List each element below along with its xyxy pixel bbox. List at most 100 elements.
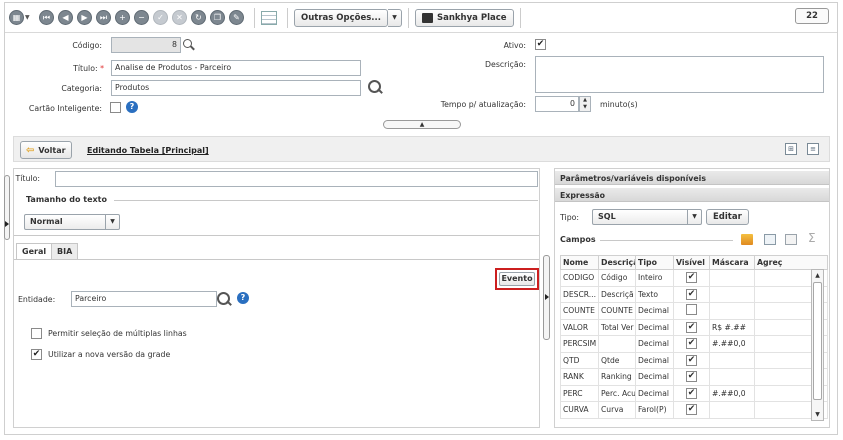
- next-record-icon[interactable]: ▶: [77, 10, 92, 25]
- editing-title-link[interactable]: Editando Tabela [Principal]: [87, 146, 209, 155]
- editar-button[interactable]: Editar: [706, 209, 749, 225]
- visible-checkbox[interactable]: ✔: [686, 288, 697, 300]
- field-visible-cell[interactable]: ✔: [673, 269, 710, 287]
- table-row[interactable]: QTD Qtde Decimal ✔: [560, 351, 828, 369]
- previous-record-icon[interactable]: ◀: [58, 10, 73, 25]
- more-options-button[interactable]: Outras Opções...: [294, 8, 388, 27]
- field-name-cell[interactable]: RANK: [560, 368, 599, 386]
- titulo-comp-field[interactable]: [55, 171, 538, 187]
- table-row[interactable]: VALOR Total Ver Decimal ✔ R$ #.##: [560, 318, 828, 336]
- field-type-cell[interactable]: Decimal: [635, 351, 674, 369]
- help-icon[interactable]: ?: [237, 292, 249, 304]
- left-collapse-handle[interactable]: [4, 175, 10, 240]
- copy-icon[interactable]: ❐: [210, 10, 225, 25]
- remove-icon[interactable]: −: [134, 10, 149, 25]
- notification-count-badge[interactable]: 22: [795, 8, 829, 24]
- help-icon[interactable]: ?: [126, 101, 138, 113]
- column-header[interactable]: Descriçã: [598, 255, 636, 270]
- first-record-icon[interactable]: ⏮: [39, 10, 54, 25]
- add-field-icon[interactable]: [741, 234, 753, 245]
- field-mask-cell[interactable]: #.##0,0: [709, 384, 755, 402]
- table-scrollbar[interactable]: ▲ ▼: [811, 269, 824, 421]
- table-row[interactable]: RANK Ranking Decimal ✔: [560, 368, 828, 386]
- last-record-icon[interactable]: ⏭: [96, 10, 111, 25]
- collapse-header-toggle[interactable]: ▲: [383, 120, 461, 129]
- field-visible-cell[interactable]: ✔: [673, 351, 710, 369]
- field-mask-cell[interactable]: #.##0,0: [709, 335, 755, 353]
- field-name-cell[interactable]: PERC: [560, 384, 599, 402]
- field-description-cell[interactable]: [598, 335, 636, 353]
- tab-geral[interactable]: Geral: [16, 243, 53, 259]
- column-header[interactable]: Agreç: [754, 255, 828, 270]
- field-description-cell[interactable]: Qtde: [598, 351, 636, 369]
- cancel-icon[interactable]: ✕: [172, 10, 187, 25]
- visible-checkbox[interactable]: ✔: [686, 354, 697, 366]
- visible-checkbox[interactable]: ✔: [686, 387, 697, 399]
- field-type-cell[interactable]: Inteiro: [635, 269, 674, 287]
- field-description-cell[interactable]: Código: [598, 269, 636, 287]
- visible-checkbox[interactable]: ✔: [686, 371, 697, 383]
- scroll-down-icon[interactable]: ▼: [812, 409, 823, 420]
- expand-right-icon[interactable]: [545, 294, 549, 300]
- field-name-cell[interactable]: PERCSIM: [560, 335, 599, 353]
- visible-checkbox[interactable]: ✔: [686, 338, 697, 350]
- refresh-icon[interactable]: ↻: [191, 10, 206, 25]
- field-visible-cell[interactable]: [673, 302, 710, 320]
- evento-button[interactable]: Evento: [499, 272, 535, 286]
- field-mask-cell[interactable]: [709, 351, 755, 369]
- tamanho-texto-select[interactable]: Normal ▼: [24, 214, 120, 230]
- field-description-cell[interactable]: COUNTE: [598, 302, 636, 320]
- field-visible-cell[interactable]: ✔: [673, 384, 710, 402]
- tree-structure-icon[interactable]: ⊞: [785, 143, 797, 155]
- tab-bia[interactable]: BIA: [51, 243, 79, 259]
- tipo-select[interactable]: SQL ▼: [592, 209, 702, 225]
- field-visible-cell[interactable]: ✔: [673, 368, 710, 386]
- multiple-selection-checkbox[interactable]: [31, 328, 42, 339]
- field-visible-cell[interactable]: ✔: [673, 285, 710, 303]
- field-name-cell[interactable]: DESCR...: [560, 285, 599, 303]
- field-visible-cell[interactable]: ✔: [673, 335, 710, 353]
- field-type-cell[interactable]: Farol(P): [635, 401, 674, 419]
- expand-right-icon[interactable]: [5, 221, 9, 227]
- table-row[interactable]: CURVA Curva Farol(P) ✔: [560, 401, 828, 419]
- tempo-stepper[interactable]: ▲ ▼: [579, 96, 591, 112]
- sum-icon[interactable]: Σ: [808, 231, 816, 245]
- table-row[interactable]: DESCR... Descriçã Texto ✔: [560, 285, 828, 303]
- sankhya-place-button[interactable]: Sankhya Place: [415, 8, 514, 27]
- table-row[interactable]: CODIGO Código Inteiro ✔: [560, 269, 828, 287]
- table-row[interactable]: COUNTE COUNTE Decimal: [560, 302, 828, 320]
- field-description-cell[interactable]: Perc. Acu: [598, 384, 636, 402]
- field-type-cell[interactable]: Decimal: [635, 318, 674, 336]
- table-row[interactable]: PERCSIM Decimal ✔ #.##0,0: [560, 335, 828, 353]
- cartao-inteligente-checkbox[interactable]: [110, 102, 121, 113]
- visible-checkbox[interactable]: ✔: [686, 404, 697, 416]
- field-description-cell[interactable]: Total Ver: [598, 318, 636, 336]
- field-mask-cell[interactable]: [709, 285, 755, 303]
- field-config-icon[interactable]: [764, 234, 776, 245]
- field-visible-cell[interactable]: ✔: [673, 318, 710, 336]
- confirm-icon[interactable]: ✓: [153, 10, 168, 25]
- attachment-icon[interactable]: ✎: [229, 10, 244, 25]
- field-name-cell[interactable]: CODIGO: [560, 269, 599, 287]
- search-icon[interactable]: [183, 39, 195, 51]
- field-name-cell[interactable]: COUNTE: [560, 302, 599, 320]
- categoria-field[interactable]: Produtos: [111, 80, 361, 96]
- grid-view-icon[interactable]: [261, 10, 277, 25]
- column-header[interactable]: Tipo: [635, 255, 674, 270]
- scrollbar-thumb[interactable]: [813, 282, 822, 400]
- parameters-header[interactable]: Parâmetros/variáveis disponíveis: [555, 171, 829, 185]
- titulo-field[interactable]: Analise de Produtos - Parceiro: [111, 60, 361, 76]
- search-icon[interactable]: [217, 292, 230, 305]
- column-header[interactable]: Visível: [673, 255, 710, 270]
- table-row[interactable]: PERC Perc. Acu Decimal ✔ #.##0,0: [560, 384, 828, 402]
- entidade-field[interactable]: Parceiro: [71, 291, 217, 307]
- visible-checkbox[interactable]: ✔: [686, 272, 697, 284]
- add-icon[interactable]: +: [115, 10, 130, 25]
- list-search-icon[interactable]: ≡: [807, 143, 819, 155]
- column-header[interactable]: Nome: [560, 255, 599, 270]
- field-description-cell[interactable]: Ranking: [598, 368, 636, 386]
- field-type-cell[interactable]: Decimal: [635, 302, 674, 320]
- field-name-cell[interactable]: QTD: [560, 351, 599, 369]
- field-description-cell[interactable]: Curva: [598, 401, 636, 419]
- descricao-field[interactable]: [535, 56, 824, 93]
